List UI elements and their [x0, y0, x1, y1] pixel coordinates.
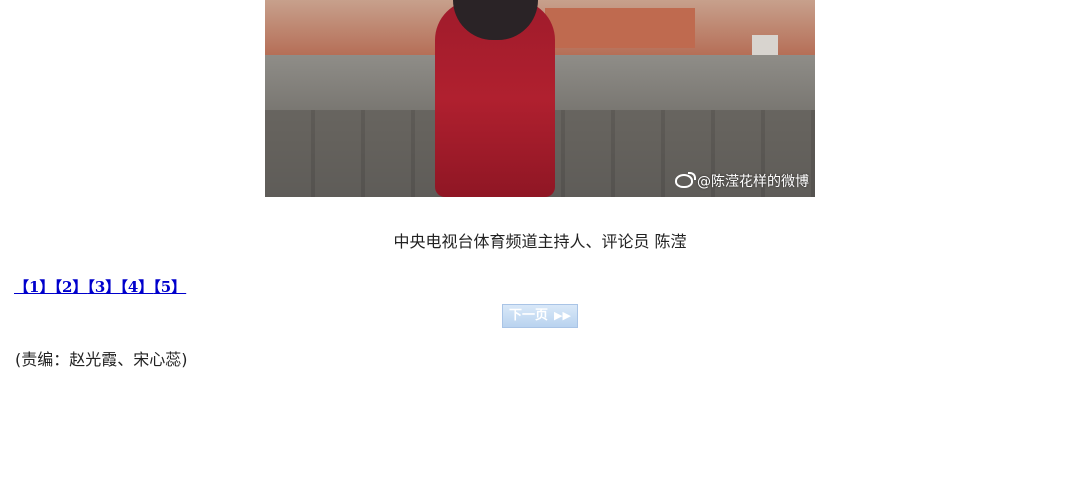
article-photo: @陈滢花样的微博	[265, 0, 815, 197]
editor-note: (责编：赵光霞、宋心蕊)	[15, 350, 188, 369]
page-link-1[interactable]: 【1】	[14, 278, 54, 296]
photo-caption: 中央电视台体育频道主持人、评论员 陈滢	[393, 232, 687, 251]
next-page-button[interactable]: 下一页 ▶▶	[502, 304, 578, 328]
watermark-text: @陈滢花样的微博	[697, 174, 809, 190]
double-arrow-right-icon: ▶▶	[554, 309, 571, 322]
next-page-label: 下一页	[509, 308, 549, 323]
page-link-3[interactable]: 【3】	[87, 278, 120, 296]
page-link-4[interactable]: 【4】	[120, 278, 153, 296]
page-link-2[interactable]: 【2】	[54, 278, 87, 296]
pagination: 【1】【2】【3】【4】【5】	[14, 276, 186, 297]
weibo-icon	[675, 172, 696, 188]
page-link-5[interactable]: 【5】	[153, 278, 186, 296]
photo-watermark: @陈滢花样的微博	[675, 171, 809, 191]
roof-right	[545, 8, 695, 48]
